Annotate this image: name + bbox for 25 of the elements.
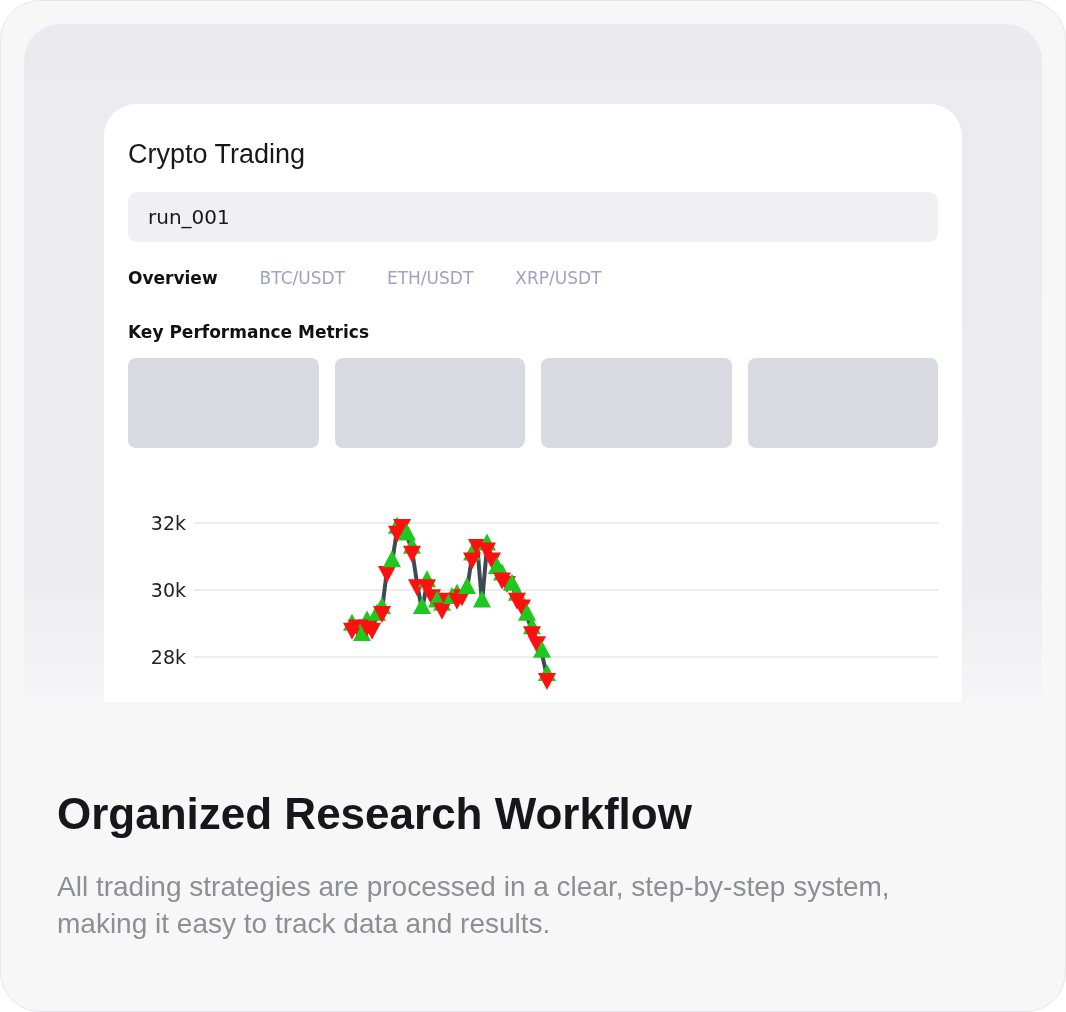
sell-marker [403, 545, 421, 563]
buy-marker [398, 523, 416, 541]
sell-marker [528, 636, 546, 654]
sell-marker [373, 606, 391, 624]
headline: Organized Research Workflow [57, 788, 692, 840]
buy-marker [413, 597, 431, 615]
buy-marker [533, 640, 551, 658]
tab[interactable]: BTC/USDT [259, 266, 345, 290]
buy-marker [518, 603, 536, 621]
axis-label: 30k [150, 579, 186, 601]
tab[interactable]: XRP/USDT [515, 266, 602, 290]
sell-marker [378, 565, 396, 583]
sell-marker [538, 673, 556, 691]
sell-marker [463, 552, 481, 570]
buy-marker [473, 590, 491, 608]
run-field[interactable]: run_001 [128, 192, 938, 242]
section-heading: Key Performance Metrics [128, 322, 370, 342]
tab[interactable]: ETH/USDT [386, 266, 474, 290]
axis-label: 28k [150, 646, 186, 668]
buy-marker [383, 550, 401, 568]
axis-label: 32k [150, 512, 186, 534]
description: All trading strategies are processed in a clear, step-by-step system, making it easy to track data and results. [57, 870, 891, 941]
tab[interactable]: Overview [128, 266, 218, 290]
panel-title: Crypto Trading [128, 138, 306, 171]
buy-marker [458, 577, 476, 594]
